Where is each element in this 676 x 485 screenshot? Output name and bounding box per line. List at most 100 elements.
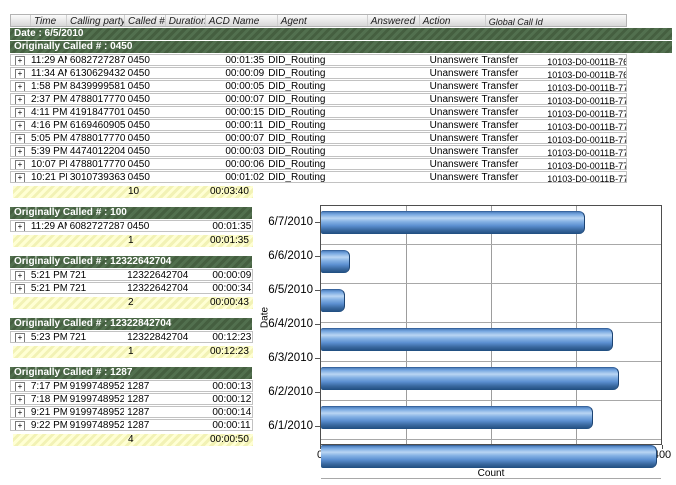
cell-answered: Unanswered [427,120,479,130]
expander-cell: + [11,332,31,342]
cell-action: Transfer [478,172,544,182]
expander-cell: + [11,283,31,293]
category-label: 6/3/2010 [256,341,320,375]
chart-bar [321,328,613,351]
expand-icon[interactable]: + [15,108,25,117]
cell-time: 10:21 PM [31,172,67,182]
summary-spacer [13,346,124,358]
expander-cell: + [11,81,31,91]
cell-answered: Unanswered [427,55,479,65]
cell-time: 5:05 PM [31,133,67,143]
cell-agent [337,120,427,130]
expand-icon[interactable]: + [15,134,25,143]
expand-icon[interactable]: + [15,121,25,130]
summary-count: 1 [124,346,210,358]
table-row: + 5:05 PM 4788017770 0450 00:00:07 DID_R… [10,132,627,144]
expand-icon[interactable]: + [15,382,25,391]
header-calling-party: Calling party # [67,15,125,26]
chart-bar [321,445,657,468]
expand-icon[interactable]: + [15,173,25,182]
expander-cell: + [11,55,31,65]
expand-icon[interactable]: + [15,284,25,293]
cell-calling-party: 4474012204 [67,146,125,156]
expander-cell: + [11,94,31,104]
expand-icon[interactable]: + [15,222,25,231]
header-global-call-id: Global Call Id [486,15,568,26]
cell-duration: 00:12:23 [212,332,252,342]
expand-icon[interactable]: + [15,69,25,78]
expand-icon[interactable]: + [15,421,25,430]
cell-answered: Unanswered [427,159,479,169]
category-label: 6/1/2010 [256,409,320,443]
cell-agent [337,146,427,156]
expand-icon[interactable]: + [15,271,25,280]
expand-icon[interactable]: + [15,147,25,156]
cell-called: 0450 [125,68,226,78]
cell-action: Transfer [478,133,544,143]
cell-acd-name: DID_Routing [265,120,337,130]
group-summary: 1 00:12:23 [13,346,253,358]
cell-agent [337,55,427,65]
cell-called: 1287 [124,381,212,391]
cell-duration: 00:00:05 [225,81,265,91]
cell-answered: Unanswered [427,133,479,143]
chart-row [321,445,661,479]
cell-time: 11:29 AM [31,221,67,231]
table-row: + 5:23 PM 721 12322842704 00:12:23 [10,331,253,343]
cell-action: Transfer [478,94,544,104]
expander-cell: + [11,221,31,231]
expand-icon[interactable]: + [15,333,25,342]
cell-time: 11:34 AM [31,68,67,78]
header-acd-name: ACD Name [206,15,278,26]
cell-time: 5:39 PM [31,146,67,156]
group-band-0450: Originally Called # : 0450 [10,41,672,53]
expand-icon[interactable]: + [15,95,25,104]
cell-called: 0450 [125,133,226,143]
table-row: + 9:22 PM 9199748952 1287 00:00:11 [10,419,253,431]
cell-agent [337,81,427,91]
expand-icon[interactable]: + [15,160,25,169]
cell-called: 0450 [125,120,226,130]
expand-icon[interactable]: + [15,56,25,65]
cell-called: 12322642704 [124,283,212,293]
cell-duration: 00:00:13 [212,381,252,391]
cell-called: 0450 [125,146,226,156]
cell-called: 0450 [125,159,226,169]
cell-time: 4:11 PM [31,107,67,117]
cell-calling-party: 9199748952 [67,394,125,404]
cell-agent [337,133,427,143]
cell-called: 0450 [125,94,226,104]
cell-time: 7:18 PM [31,394,67,404]
summary-total-duration: 00:00:43 [210,297,250,309]
cell-global-call-id: 10103-D0-0011B-77E [544,159,626,169]
group-summary: 10 00:03:40 [13,186,253,198]
category-label: 6/5/2010 [256,273,320,307]
cell-duration: 00:00:15 [225,107,265,117]
table-row: + 4:16 PM 6169460905 0450 00:00:11 DID_R… [10,119,627,131]
cell-calling-party: 3010739363 [67,172,125,182]
expand-icon[interactable]: + [15,408,25,417]
cell-called: 0450 [125,107,226,117]
cell-action: Transfer [478,120,544,130]
cell-action: Transfer [478,81,544,91]
expander-cell: + [11,407,31,417]
expand-icon[interactable]: + [15,82,25,91]
cell-calling-party: 721 [67,270,125,280]
expander-cell: + [11,133,31,143]
chart-bar [321,250,350,273]
group-band: Originally Called # : 12322642704 [10,256,252,268]
cell-duration: 00:01:35 [225,55,265,65]
table-row: + 5:21 PM 721 12322642704 00:00:34 [10,282,253,294]
cell-answered: Unanswered [427,81,479,91]
summary-total-duration: 00:03:40 [210,186,250,198]
cell-global-call-id: 10103-D0-0011B-772 [544,107,626,117]
cell-global-call-id: 10103-D0-0011B-77F [544,172,626,182]
cell-acd-name: DID_Routing [265,94,337,104]
header-expander-column [11,15,31,26]
cell-time: 1:58 PM [31,81,67,91]
cell-called: 0450 [124,221,212,231]
expander-cell: + [11,146,31,156]
expand-icon[interactable]: + [15,395,25,404]
cell-agent [337,68,427,78]
cell-time: 9:22 PM [31,420,67,430]
